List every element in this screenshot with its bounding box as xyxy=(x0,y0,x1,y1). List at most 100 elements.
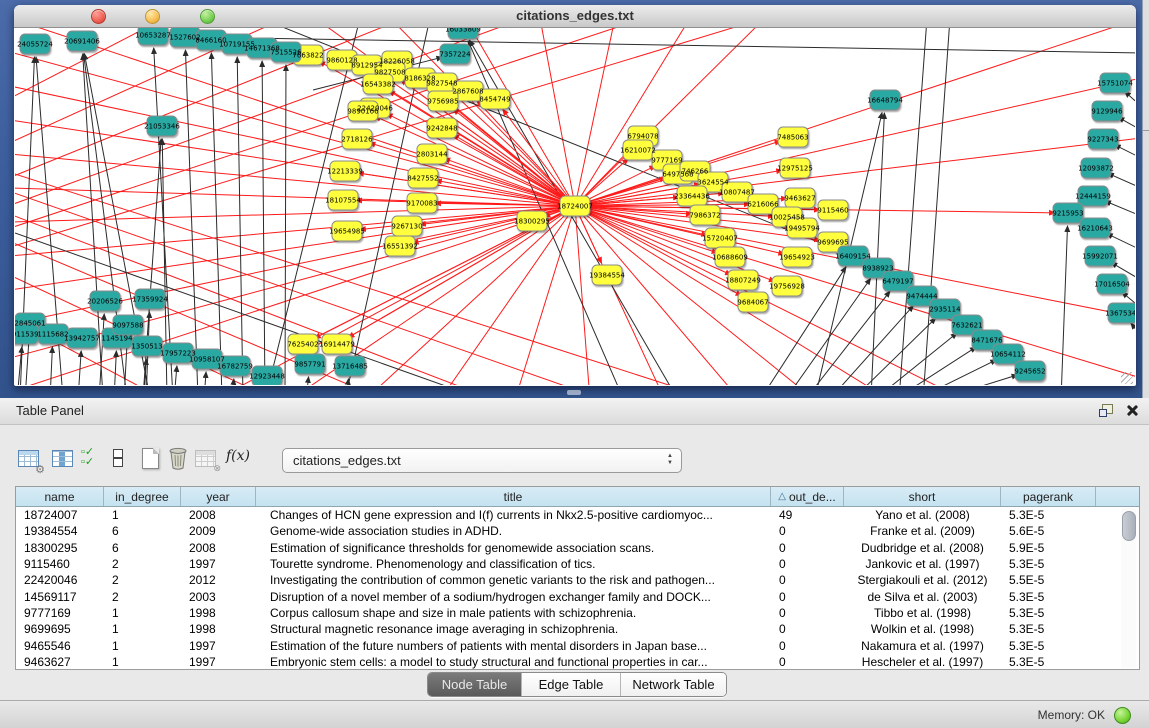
tab-network-table[interactable]: Network Table xyxy=(621,673,726,696)
select-columns-button[interactable]: ▫✓▫✓ xyxy=(80,446,106,472)
graph-node-label: 746266 xyxy=(682,168,709,176)
graph-node-label: 15720407 xyxy=(702,235,738,243)
graph-node-label: 10807487 xyxy=(719,189,755,197)
column-header-out-de-[interactable]: △out_de... xyxy=(771,487,844,506)
table-row[interactable]: 1938455462009Genome-wide association stu… xyxy=(16,523,1139,539)
scrollbar-thumb[interactable] xyxy=(1122,511,1136,541)
cell-title: Corpus callosum shape and size in male p… xyxy=(256,606,771,620)
collapsed-side-panel[interactable] xyxy=(1142,0,1149,398)
float-panel-icon[interactable] xyxy=(1099,404,1113,417)
application-desktop: citations_edges.txt 18724007183002951938… xyxy=(0,0,1149,398)
column-header-year[interactable]: year xyxy=(181,487,256,506)
table-row[interactable]: 946554611997Estimation of the future num… xyxy=(16,637,1139,653)
cell-out-de-: 0 xyxy=(771,590,844,604)
delete-badge-icon: ⊗ xyxy=(213,463,221,474)
show-columns-button[interactable] xyxy=(50,446,76,472)
delete-table-button[interactable]: ⊗ xyxy=(193,446,219,472)
delete-column-button[interactable] xyxy=(166,446,192,472)
column-header-pagerank[interactable]: pagerank xyxy=(1001,487,1096,506)
graph-node-label: 7485063 xyxy=(777,134,808,142)
network-canvas[interactable]: 1872400718300295193845546794078162100729… xyxy=(15,28,1135,385)
vertical-scrollbar[interactable] xyxy=(1121,508,1136,668)
graph-node-label: 7625402 xyxy=(287,341,318,349)
row-height-button[interactable] xyxy=(106,446,132,472)
tab-node-table[interactable]: Node Table xyxy=(428,673,522,696)
tab-edge-table[interactable]: Edge Table xyxy=(522,673,621,696)
create-column-button[interactable] xyxy=(138,446,164,472)
cell-in-degree: 1 xyxy=(104,622,181,636)
graph-node-label: 19756928 xyxy=(769,283,805,291)
table-panel-title: Table Panel xyxy=(16,403,84,418)
graph-node-label: 7515526 xyxy=(270,49,302,57)
cell-pagerank: 5.3E-5 xyxy=(1001,655,1096,669)
cell-title: Tourette syndrome. Phenomenology and cla… xyxy=(256,557,771,571)
graph-node-label: 3911539 xyxy=(15,331,39,339)
cell-in-degree: 6 xyxy=(104,524,181,538)
graph-node-label: 16210072 xyxy=(620,147,656,155)
cell-out-de-: 49 xyxy=(771,508,844,522)
cell-short: de Silva et al. (2003) xyxy=(844,590,1001,604)
table-row[interactable]: 1872400712008Changes of HCN gene express… xyxy=(16,507,1139,523)
graph-node-label: 9756985 xyxy=(427,98,458,106)
graph-node-label: 20691406 xyxy=(64,38,100,46)
table-row[interactable]: 2242004622012Investigating the contribut… xyxy=(16,572,1139,588)
combo-arrows-icon: ▲▼ xyxy=(667,453,673,467)
function-builder-button[interactable]: f(x) xyxy=(226,448,250,464)
graph-node-label: 12093872 xyxy=(1078,165,1114,173)
split-pane-grip[interactable] xyxy=(567,390,581,395)
cell-in-degree: 1 xyxy=(104,655,181,669)
cell-short: Yano et al. (2008) xyxy=(844,508,1001,522)
graph-node-label: 9097588 xyxy=(112,322,143,330)
graph-node-label: 2935114 xyxy=(929,306,961,314)
cell-out-de-: 0 xyxy=(771,622,844,636)
graph-node-label: 20206526 xyxy=(87,298,123,306)
window-resize-grip[interactable] xyxy=(1121,372,1133,384)
column-header-name[interactable]: name xyxy=(16,487,104,506)
table-row[interactable]: 1830029562008Estimation of significance … xyxy=(16,540,1139,556)
network-window-titlebar[interactable]: citations_edges.txt xyxy=(14,5,1136,28)
table-selector-dropdown[interactable]: citations_edges.txt ▲▼ xyxy=(282,448,682,473)
table-row[interactable]: 977716911998Corpus callosum shape and si… xyxy=(16,605,1139,621)
graph-node-label: 17359924 xyxy=(132,296,168,304)
graph-node-label: 7632621 xyxy=(951,322,982,330)
cell-title: Disruption of a novel member of a sodium… xyxy=(256,590,771,604)
sort-ascending-icon: △ xyxy=(778,491,786,502)
cell-title: Changes of HCN gene expression and I(f) … xyxy=(256,508,771,522)
table-row[interactable]: 969969511998Structural magnetic resonanc… xyxy=(16,621,1139,637)
memory-status-label: Memory: OK xyxy=(1038,708,1105,722)
table-selector-value: citations_edges.txt xyxy=(293,453,401,468)
close-panel-icon[interactable] xyxy=(1125,403,1139,417)
citation-network-graph[interactable]: 1872400718300295193845546794078162100729… xyxy=(15,28,1135,385)
cell-name: 18300295 xyxy=(16,541,104,555)
table-row[interactable]: 911546021997Tourette syndrome. Phenomeno… xyxy=(16,556,1139,572)
column-header-short[interactable]: short xyxy=(844,487,1001,506)
column-header-title[interactable]: title xyxy=(256,487,771,506)
cell-in-degree: 1 xyxy=(104,639,181,653)
graph-node-label: 16782759 xyxy=(217,363,253,371)
cell-pagerank: 5.9E-5 xyxy=(1001,541,1096,555)
cell-out-de-: 0 xyxy=(771,557,844,571)
cell-year: 2012 xyxy=(181,573,256,587)
graph-node-label: 19654985 xyxy=(329,228,365,236)
graph-node-label: 19495794 xyxy=(784,225,820,233)
table-row[interactable]: 946362711997Embryonic stem cells: a mode… xyxy=(16,654,1139,670)
graph-node-label: 7986372 xyxy=(689,212,720,220)
graph-node-label: 9215953 xyxy=(1052,210,1083,218)
table-mode-button[interactable]: ⚙ xyxy=(16,446,42,472)
cell-year: 1997 xyxy=(181,639,256,653)
graph-node-label: 19384554 xyxy=(589,272,625,280)
graph-node-label: 3624554 xyxy=(697,179,729,187)
graph-node-label: 13942757 xyxy=(64,335,100,343)
graph-node-label: 9857791 xyxy=(294,361,325,369)
table-panel-header: Table Panel xyxy=(0,398,1149,425)
cell-short: Hescheler et al. (1997) xyxy=(844,655,1001,669)
table-row[interactable]: 1456911722003Disruption of a novel membe… xyxy=(16,588,1139,604)
graph-node-label: 16551392 xyxy=(382,243,418,251)
cell-in-degree: 2 xyxy=(104,573,181,587)
column-header-in-degree[interactable]: in_degree xyxy=(104,487,181,506)
cell-short: Wolkin et al. (1998) xyxy=(844,622,1001,636)
cell-short: Jankovic et al. (1997) xyxy=(844,557,1001,571)
graph-node-label: 1145194 xyxy=(101,335,133,343)
graph-node-label: 8454749 xyxy=(479,96,510,104)
cell-title: Estimation of significance thresholds fo… xyxy=(256,541,771,555)
